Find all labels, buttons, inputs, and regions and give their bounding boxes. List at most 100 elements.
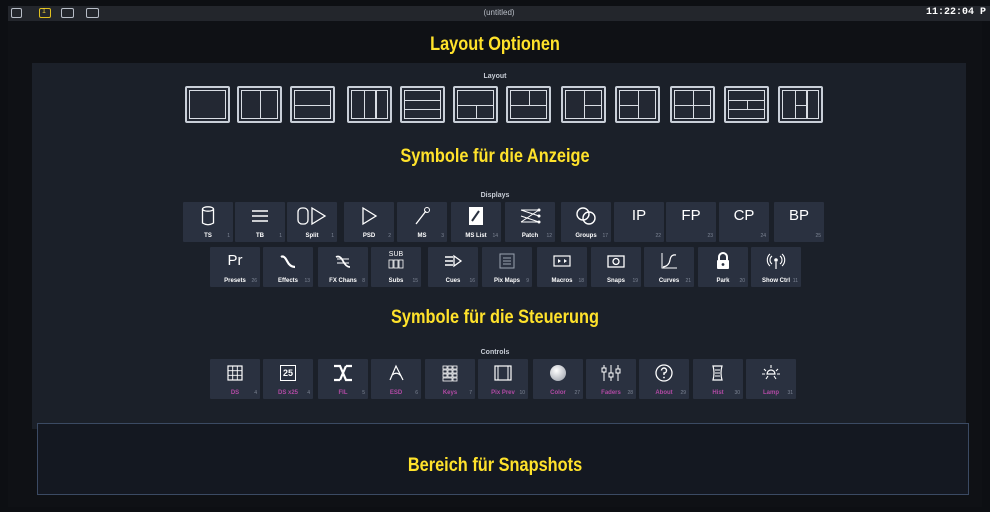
tile-number: 11: [792, 278, 798, 284]
display-tile-macros[interactable]: Macros 18: [537, 247, 587, 287]
tile-label: TB: [256, 233, 264, 239]
heading-layout: Layout Optionen: [430, 34, 560, 55]
display-tile-fp[interactable]: FP 23: [666, 202, 716, 242]
tile-number: 1: [227, 233, 230, 239]
curves-icon: [644, 251, 694, 271]
layout-option-7[interactable]: [506, 86, 551, 123]
pixmap-icon: [482, 251, 532, 271]
layout-option-11[interactable]: [724, 86, 769, 123]
display-tile-fx-chans[interactable]: FX Chans 8: [318, 247, 368, 287]
fader-x-icon: [318, 363, 368, 383]
lines-icon: [235, 206, 285, 226]
layout-option-6[interactable]: [453, 86, 498, 123]
layout-option-8[interactable]: [561, 86, 606, 123]
display-tile-pix-maps[interactable]: Pix Maps 9: [482, 247, 532, 287]
pr-text: Pr: [227, 252, 243, 269]
tile-number: 10: [519, 390, 525, 396]
heading-snapshots: Bereich für Snapshots: [407, 455, 583, 476]
display-tile-cues[interactable]: Cues 16: [428, 247, 478, 287]
section-label-controls: Controls: [480, 349, 510, 356]
layout-option-5[interactable]: [400, 86, 445, 123]
display-tile-snaps[interactable]: Snaps 19: [591, 247, 641, 287]
display-tile-psd[interactable]: PSD 2: [344, 202, 394, 242]
list-doc-icon: [451, 206, 501, 226]
macros-icon: [537, 251, 587, 271]
layout-option-3[interactable]: [290, 86, 335, 123]
tile-label: PSD: [362, 233, 376, 239]
control-tile-faders[interactable]: Faders 28: [586, 359, 636, 399]
tile-number: 25: [815, 233, 821, 239]
keypad-icon: [425, 363, 475, 383]
scroll-icon: [693, 363, 743, 383]
layout-option-4[interactable]: [347, 86, 392, 123]
wave-icon: [263, 251, 313, 271]
display-tile-ts[interactable]: TS 1: [183, 202, 233, 242]
display-tile-show-ctrl[interactable]: Show Ctrl 11: [751, 247, 801, 287]
display-tile-effects[interactable]: Effects 13: [263, 247, 313, 287]
control-tile-hist[interactable]: Hist 30: [693, 359, 743, 399]
control-tile-ds-x25[interactable]: 25 DS x25 4: [263, 359, 313, 399]
control-tile-about[interactable]: About 29: [639, 359, 689, 399]
display-tile-ms[interactable]: MS 3: [397, 202, 447, 242]
layout-option-2[interactable]: [237, 86, 282, 123]
control-tile-pix-prev[interactable]: Pix Prev 10: [478, 359, 528, 399]
snaps-icon: [591, 251, 641, 271]
top-bar: 1 (untitled) 11:22:04 P: [8, 6, 990, 21]
control-tile-fil[interactable]: FIL 5: [318, 359, 368, 399]
control-tile-color[interactable]: Color 27: [533, 359, 583, 399]
tile-label: Split: [305, 233, 319, 239]
control-tile-lamp[interactable]: Lamp 31: [746, 359, 796, 399]
display-tile-presets[interactable]: Pr Presets 26: [210, 247, 260, 287]
layout-option-10[interactable]: [670, 86, 715, 123]
control-tile-esd[interactable]: ESD 6: [371, 359, 421, 399]
display-tile-park[interactable]: Park 20: [698, 247, 748, 287]
groups-icon: [561, 206, 611, 226]
bp-text: BP: [788, 207, 809, 224]
lamp-icon: [746, 363, 796, 383]
tile-number: 12: [546, 233, 552, 239]
main-area: Layout Optionen Layout Symbole für die A…: [8, 21, 982, 507]
display-tile-patch[interactable]: Patch 12: [505, 202, 555, 242]
tile-number: 28: [627, 390, 633, 396]
tile-number: 16: [469, 278, 475, 284]
display-tile-split[interactable]: Split 1: [287, 202, 337, 242]
display-tile-tb[interactable]: TB 1: [235, 202, 285, 242]
tile-label: FX Chans: [329, 278, 357, 284]
tile-number: 24: [760, 233, 766, 239]
window-title: (untitled): [483, 8, 515, 17]
display-tile-subs[interactable]: SUB Subs 15: [371, 247, 421, 287]
tile-number: 13: [304, 278, 310, 284]
section-label-displays: Displays: [480, 192, 510, 199]
grid25-icon: 25: [263, 363, 313, 383]
layout-option-9[interactable]: [615, 86, 660, 123]
display-tile-ms-list[interactable]: MS List 14: [451, 202, 501, 242]
tile-number: 19: [632, 278, 638, 284]
tile-number: 31: [787, 390, 793, 396]
display-tile-curves[interactable]: Curves 21: [644, 247, 694, 287]
layout-option-12[interactable]: [778, 86, 823, 123]
cylinder-icon: [183, 206, 233, 226]
tile-number: 18: [578, 278, 584, 284]
tile-number: 26: [251, 278, 257, 284]
section-label-layout: Layout: [483, 73, 507, 80]
tile-number: 14: [492, 233, 498, 239]
tile-number: 6: [415, 390, 418, 396]
tile-number: 23: [707, 233, 713, 239]
display-tile-bp[interactable]: BP 25: [774, 202, 824, 242]
magic-wand-icon: [397, 206, 447, 226]
control-tile-ds[interactable]: DS 4: [210, 359, 260, 399]
control-tile-keys[interactable]: Keys 7: [425, 359, 475, 399]
tile-label: ESD: [389, 390, 403, 396]
display-tile-cp[interactable]: CP 24: [719, 202, 769, 242]
tile-number: 2: [388, 233, 391, 239]
faders-icon: [586, 363, 636, 383]
tile-number: 15: [412, 278, 418, 284]
broadcast-icon: [751, 251, 801, 271]
film-icon: [478, 363, 528, 383]
display-tile-groups[interactable]: Groups 17: [561, 202, 611, 242]
display-tile-ip[interactable]: IP 22: [614, 202, 664, 242]
tile-number: 29: [680, 390, 686, 396]
ip-text: IP: [631, 207, 647, 224]
tile-number: 4: [307, 390, 310, 396]
layout-option-1[interactable]: [185, 86, 230, 123]
